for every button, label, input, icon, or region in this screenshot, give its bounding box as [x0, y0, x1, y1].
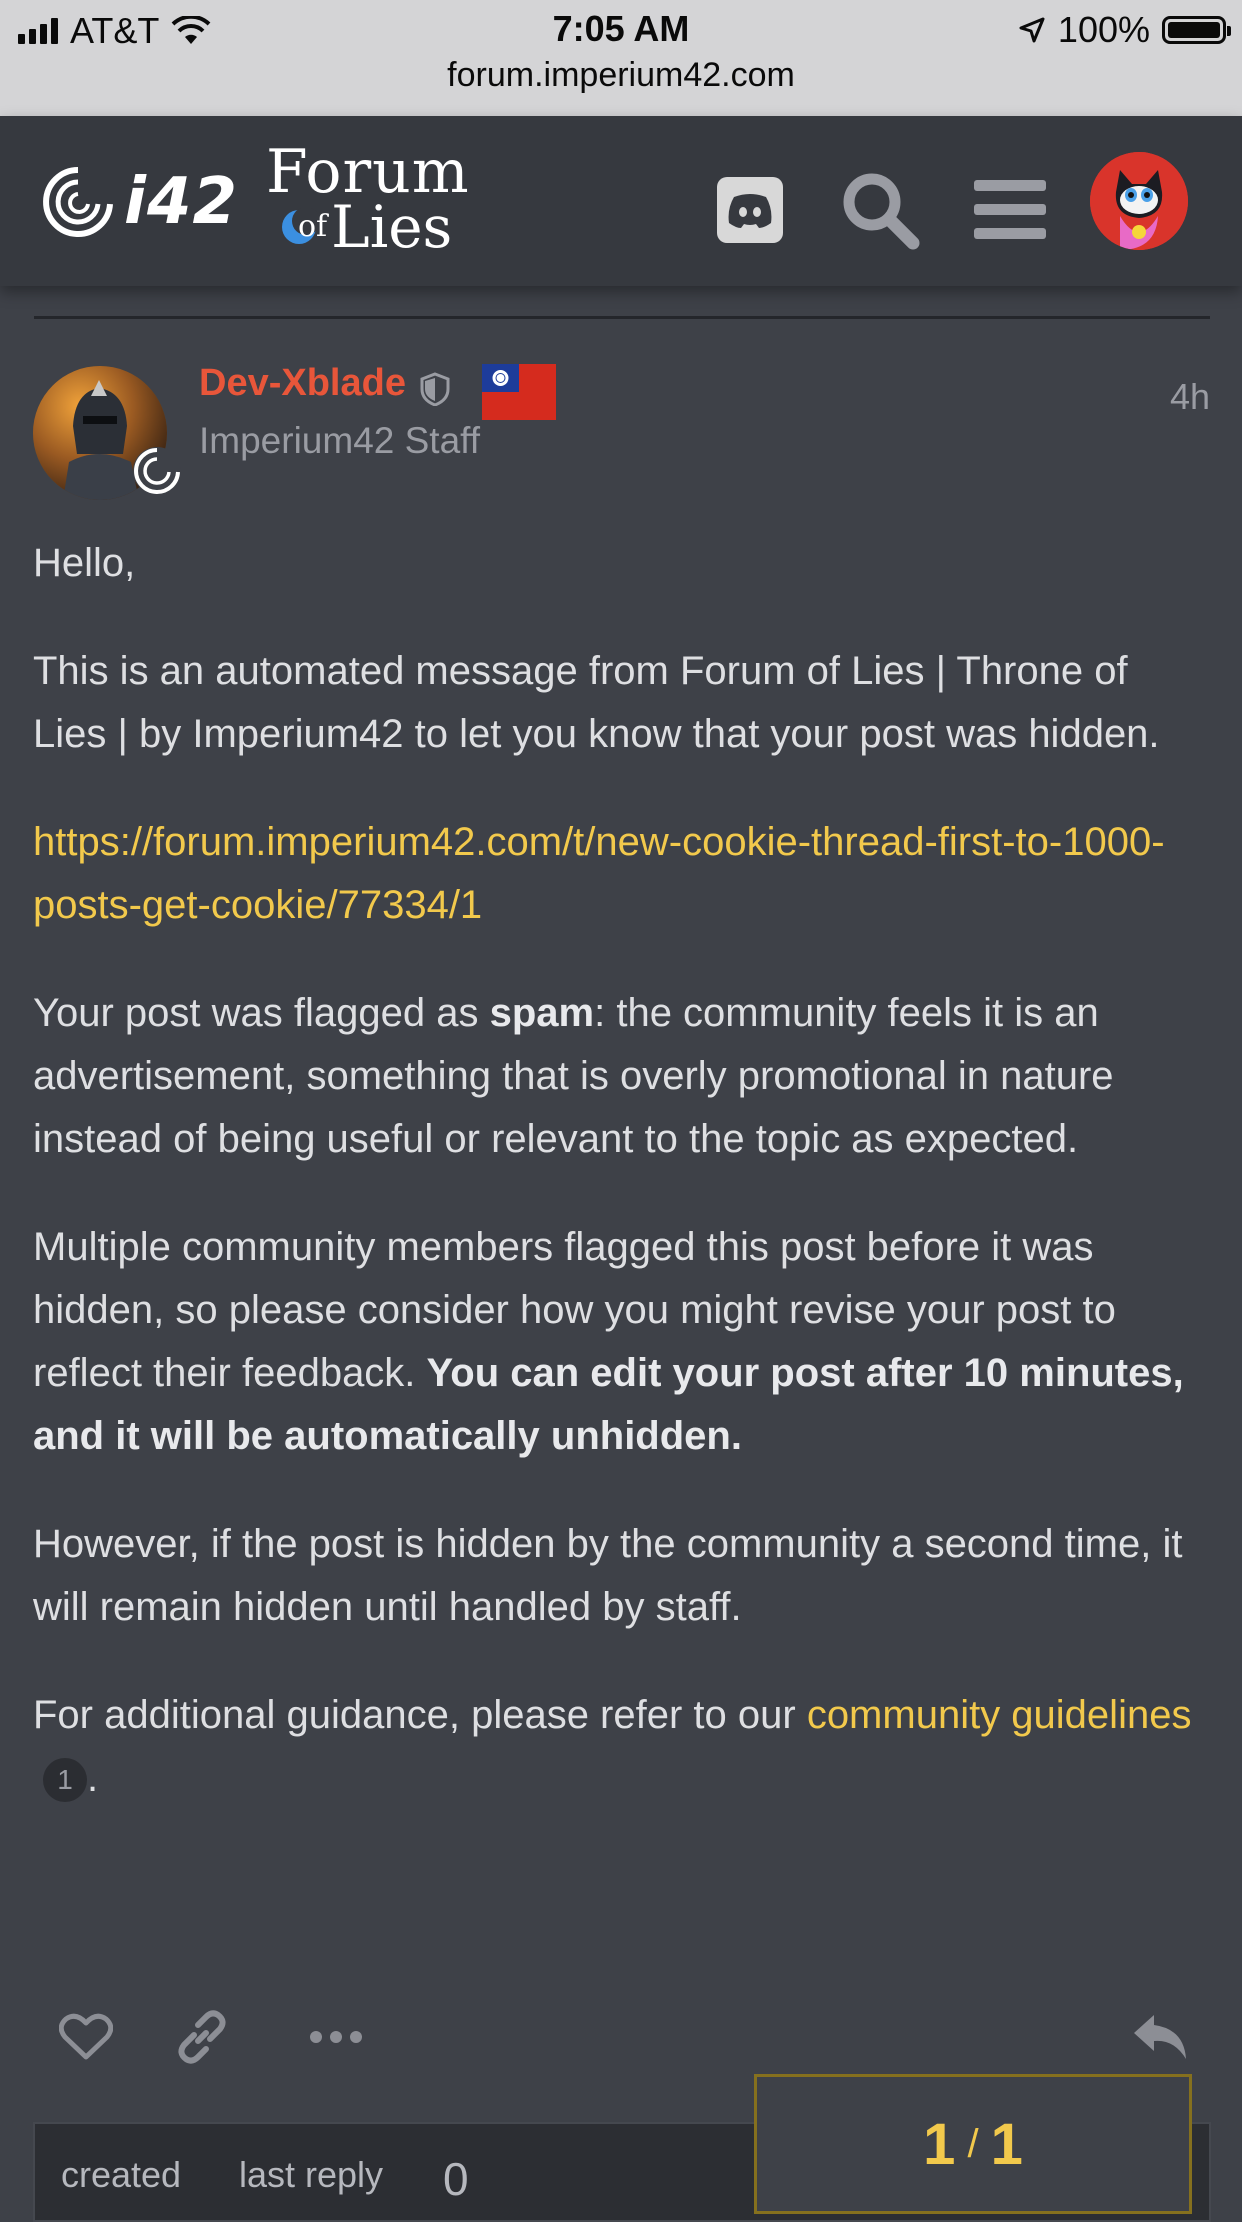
post-actions [33, 1994, 1211, 2074]
current-user-avatar[interactable] [1090, 152, 1188, 250]
discord-button[interactable] [706, 166, 794, 254]
hidden-post-link[interactable]: https://forum.imperium42.com/t/new-cooki… [33, 820, 1165, 927]
flag-reason: spam [489, 991, 595, 1035]
reply-arrow-icon [1134, 2015, 1186, 2059]
progress-current: 1 [923, 2111, 956, 2177]
last-reply-label: last reply [239, 2154, 384, 2195]
imperium42-flair-icon [133, 447, 181, 495]
multiple-flags-paragraph: Multiple community members flagged this … [33, 1225, 1184, 1458]
cat-mascot-avatar-icon [1090, 152, 1188, 250]
post-intro: This is an automated message from Forum … [33, 649, 1160, 756]
progress-total: 1 [990, 2111, 1023, 2177]
link-icon [178, 2010, 226, 2064]
poster-user-title: Imperium42 Staff [199, 420, 481, 461]
moderator-shield-icon [420, 372, 450, 406]
more-actions-button[interactable] [301, 2002, 371, 2072]
however-paragraph: However, if the post is hidden by the co… [33, 1522, 1183, 1629]
address-bar-url[interactable]: forum.imperium42.com [0, 56, 1242, 95]
progress-separator: / [967, 2121, 979, 2166]
link-click-count: 1 [43, 1758, 87, 1803]
post-greeting: Hello, [33, 541, 136, 585]
ios-status-bar: AT&T 7:05 AM 100% forum.imperium42.com [0, 0, 1242, 116]
site-header: i42 Forum of Lies [0, 116, 1242, 286]
taiwan-flag-icon [482, 364, 556, 420]
created-label: created [61, 2154, 182, 2195]
replies-count: 0 [443, 2153, 469, 2205]
battery-percent: 100% [1057, 9, 1150, 50]
like-button[interactable] [51, 2002, 121, 2072]
search-icon [843, 173, 920, 250]
share-link-button[interactable] [167, 2002, 237, 2072]
forum-of-lies-logo[interactable]: Forum of Lies [266, 142, 470, 256]
logo-lies-text: Lies [331, 193, 453, 261]
swirl-icon [43, 167, 113, 237]
topic-progress-widget[interactable]: 1 / 1 [754, 2074, 1192, 2214]
heart-icon [59, 2013, 113, 2060]
guidance-paragraph: For additional guidance, please refer to… [33, 1684, 1211, 1810]
ellipsis-icon [310, 2031, 362, 2043]
hamburger-menu-icon [974, 180, 1046, 239]
community-guidelines-link[interactable]: community guidelines [807, 1693, 1192, 1737]
discord-icon [728, 194, 772, 228]
battery-icon [1162, 16, 1231, 44]
topic-divider [34, 316, 1210, 319]
post-body: Hello, This is an automated message from… [33, 532, 1211, 1855]
logo-of-text: of [298, 209, 328, 244]
reply-button[interactable] [1125, 2002, 1195, 2072]
post-age[interactable]: 4h [1170, 376, 1210, 418]
flag-reason-paragraph: Your post was flagged as spam: the commu… [33, 991, 1114, 1161]
poster-username[interactable]: Dev-Xblade [199, 362, 406, 405]
search-button[interactable] [836, 166, 924, 254]
imperium42-logo[interactable]: i42 [38, 162, 238, 242]
location-arrow-icon [1019, 17, 1045, 43]
logo-text: i42 [124, 165, 238, 239]
hamburger-menu-button[interactable] [966, 166, 1054, 254]
